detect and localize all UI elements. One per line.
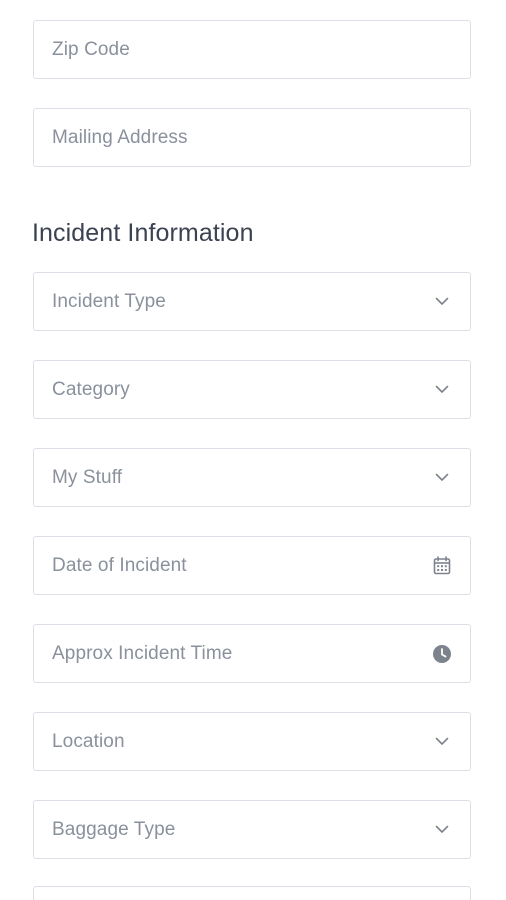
location-placeholder: Location — [52, 730, 125, 752]
my-stuff-select[interactable]: My Stuff — [33, 448, 471, 507]
chevron-down-icon — [430, 290, 454, 314]
baggage-type-select[interactable]: Baggage Type — [33, 800, 471, 859]
chevron-down-icon — [430, 378, 454, 402]
incident-type-placeholder: Incident Type — [52, 290, 166, 312]
approx-incident-time-input[interactable]: Approx Incident Time — [33, 624, 471, 683]
mailing-address-input[interactable]: Mailing Address — [33, 108, 471, 167]
mailing-address-placeholder: Mailing Address — [52, 126, 188, 148]
next-field-partial[interactable] — [33, 886, 471, 900]
chevron-down-icon — [430, 818, 454, 842]
category-select[interactable]: Category — [33, 360, 471, 419]
calendar-icon[interactable] — [430, 554, 454, 578]
incident-form-page: Zip Code Mailing Address Incident Inform… — [0, 0, 506, 900]
chevron-down-icon — [430, 466, 454, 490]
zip-code-placeholder: Zip Code — [52, 38, 130, 60]
incident-type-select[interactable]: Incident Type — [33, 272, 471, 331]
category-placeholder: Category — [52, 378, 130, 400]
my-stuff-placeholder: My Stuff — [52, 466, 123, 488]
clock-icon[interactable] — [430, 642, 454, 666]
approx-incident-time-placeholder: Approx Incident Time — [52, 642, 233, 664]
chevron-down-icon — [430, 730, 454, 754]
date-of-incident-placeholder: Date of Incident — [52, 554, 187, 576]
location-select[interactable]: Location — [33, 712, 471, 771]
date-of-incident-input[interactable]: Date of Incident — [33, 536, 471, 595]
baggage-type-placeholder: Baggage Type — [52, 818, 176, 840]
section-title-incident-information: Incident Information — [32, 219, 254, 247]
zip-code-input[interactable]: Zip Code — [33, 20, 471, 79]
